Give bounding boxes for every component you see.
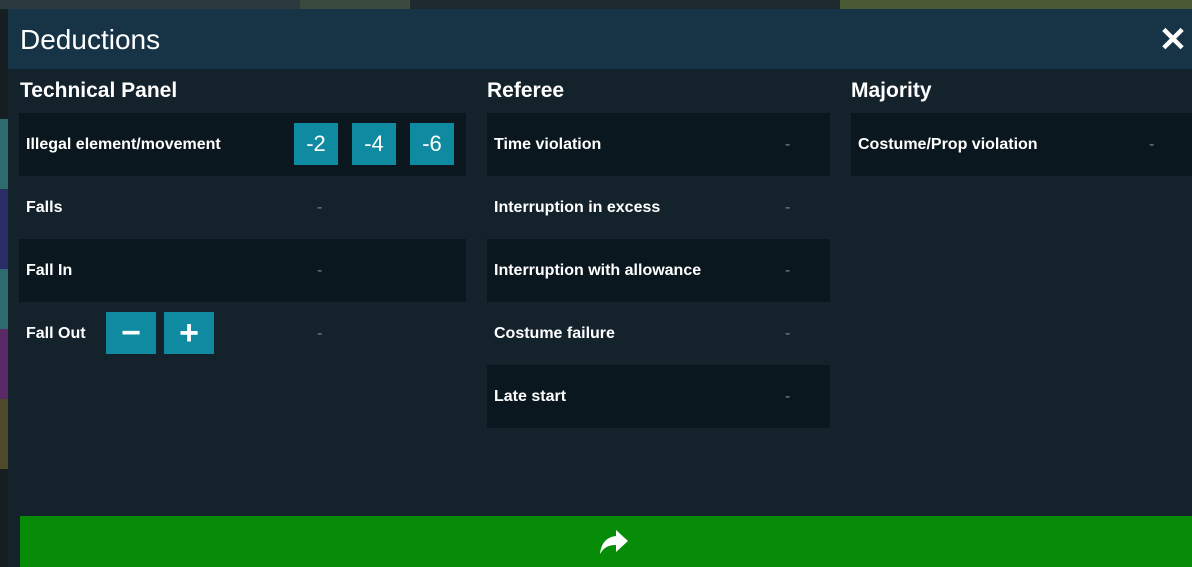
- forward-arrow-icon: [600, 530, 628, 554]
- referee-item-value: -: [785, 388, 791, 405]
- referee-item-label: Late start: [494, 388, 567, 405]
- background-app-strip: [0, 0, 1192, 9]
- majority-row-costume-prop: Costume/Prop violation -: [851, 113, 1192, 176]
- referee-heading: Referee: [487, 79, 565, 102]
- illegal-element-label: Illegal element/movement: [26, 136, 221, 153]
- referee-row-costume-failure: Costume failure -: [487, 302, 830, 365]
- close-icon[interactable]: ✕: [1158, 23, 1188, 57]
- deduct-2-button[interactable]: -2: [294, 123, 338, 165]
- referee-item-label: Interruption in excess: [494, 199, 661, 216]
- fall-out-label: Fall Out: [26, 325, 86, 342]
- referee-row-late-start: Late start -: [487, 365, 830, 428]
- fall-out-row: Fall Out − + -: [19, 302, 466, 365]
- plus-icon[interactable]: +: [164, 312, 214, 354]
- referee-row-time-violation: Time violation -: [487, 113, 830, 176]
- background-app-edge: [0, 9, 8, 567]
- fall-in-row: Fall In -: [19, 239, 466, 302]
- referee-row-interruption-allowance: Interruption with allowance -: [487, 239, 830, 302]
- minus-icon[interactable]: −: [106, 312, 156, 354]
- referee-item-value: -: [785, 325, 791, 342]
- referee-item-value: -: [785, 199, 791, 216]
- fall-in-label: Fall In: [26, 262, 73, 279]
- deduct-6-button[interactable]: -6: [410, 123, 454, 165]
- referee-row-interruption-excess: Interruption in excess -: [487, 176, 830, 239]
- majority-item-label: Costume/Prop violation: [858, 136, 1038, 153]
- dialog-header: Deductions ✕: [8, 9, 1192, 69]
- deductions-dialog: Deductions ✕ Technical Panel Referee Maj…: [8, 9, 1192, 567]
- dialog-title: Deductions: [20, 24, 161, 55]
- falls-value: -: [317, 199, 323, 216]
- majority-item-value: -: [1149, 136, 1155, 153]
- falls-row: Falls -: [19, 176, 466, 239]
- continue-button[interactable]: [20, 516, 1192, 567]
- falls-label: Falls: [26, 199, 63, 216]
- referee-item-value: -: [785, 262, 791, 279]
- majority-heading: Majority: [851, 79, 932, 102]
- referee-item-label: Costume failure: [494, 325, 615, 342]
- technical-panel-heading: Technical Panel: [20, 79, 178, 102]
- referee-item-label: Time violation: [494, 136, 602, 153]
- fall-in-value: -: [317, 262, 323, 279]
- fall-out-value: -: [317, 325, 323, 342]
- referee-item-label: Interruption with allowance: [494, 262, 702, 279]
- referee-item-value: -: [785, 136, 791, 153]
- deduct-4-button[interactable]: -4: [352, 123, 396, 165]
- illegal-element-row: Illegal element/movement -2 -4 -6: [19, 113, 466, 176]
